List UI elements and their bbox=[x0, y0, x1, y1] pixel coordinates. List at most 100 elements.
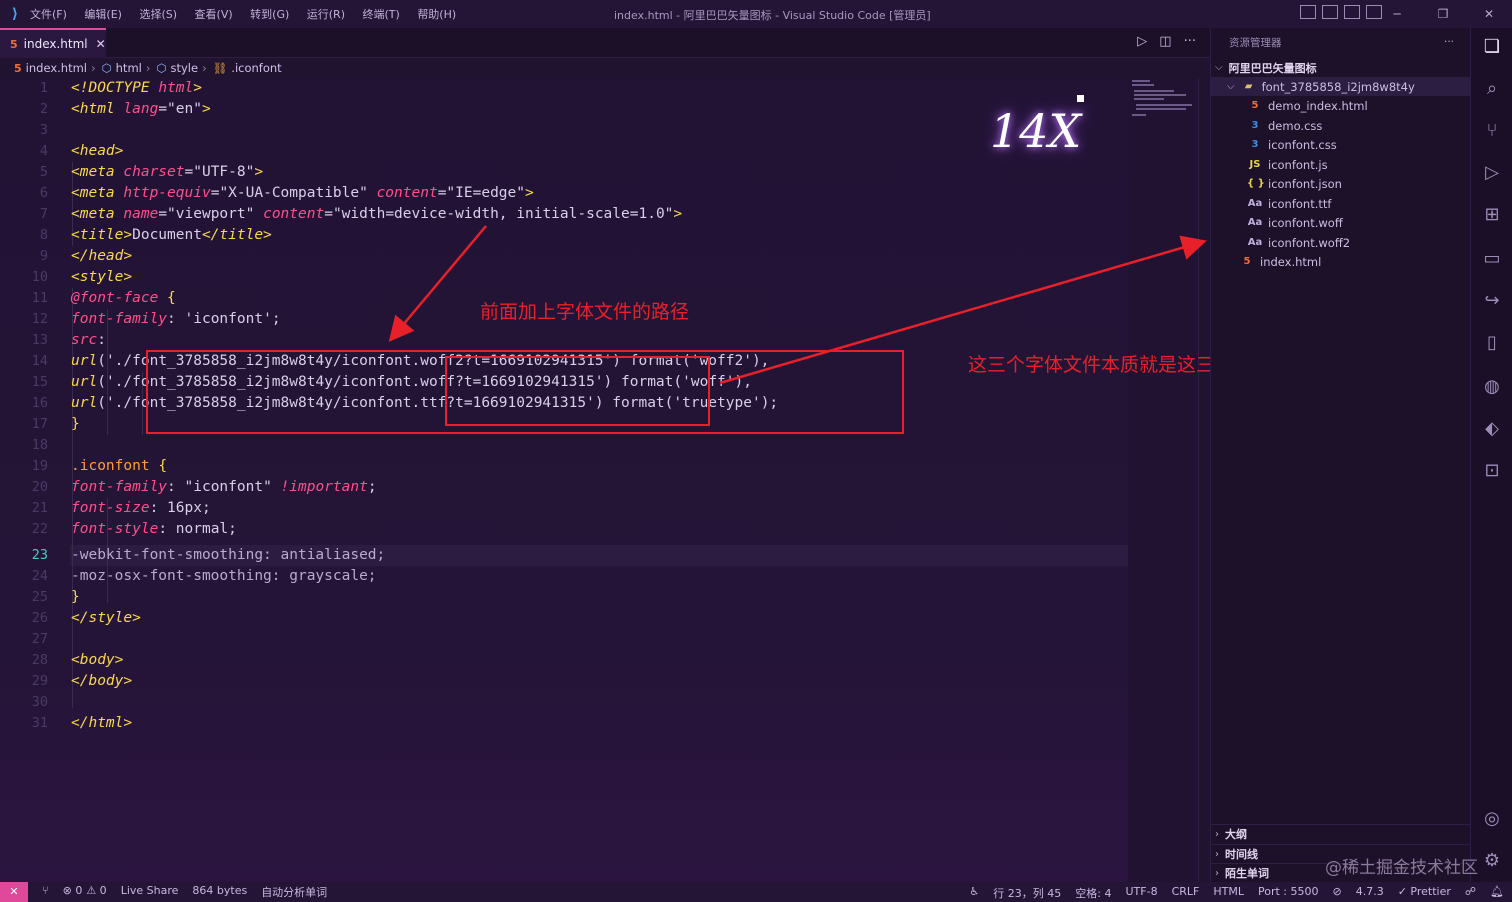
css-selector-icon: ⛓ bbox=[212, 61, 228, 75]
tree-file[interactable]: Aa iconfont.ttf bbox=[1211, 194, 1471, 213]
workspace-root[interactable]: ⌵ 阿里巴巴矢量图标 bbox=[1211, 58, 1471, 77]
zoom-label: 14X bbox=[990, 104, 1082, 158]
notifications-bell-icon[interactable]: 🔔︎ bbox=[1490, 885, 1504, 901]
terminal-icon[interactable]: ⊡ bbox=[1481, 460, 1503, 482]
indentation[interactable]: 空格: 4 bbox=[1075, 885, 1111, 901]
code-line: font-family: 'iconfont'; bbox=[71, 311, 281, 327]
feedback-icon[interactable]: ☍ bbox=[1465, 885, 1476, 901]
code-line: } bbox=[71, 416, 80, 432]
section-outline[interactable]: › 大纲 bbox=[1211, 824, 1471, 843]
code-line: <title>Document</title> bbox=[71, 227, 272, 243]
search-icon[interactable]: ⌕ bbox=[1481, 78, 1503, 100]
remote-indicator-icon[interactable]: ✕ bbox=[0, 882, 28, 902]
toggle-secondary-sidebar-icon[interactable] bbox=[1344, 5, 1360, 19]
tree-file[interactable]: { } iconfont.json bbox=[1211, 174, 1471, 193]
menu-edit[interactable]: 编辑(E) bbox=[84, 8, 122, 21]
encoding[interactable]: UTF-8 bbox=[1126, 885, 1158, 901]
line-number: 30 bbox=[31, 694, 48, 710]
account-icon[interactable]: ◎ bbox=[1481, 808, 1503, 830]
tree-file[interactable]: 3 demo.css bbox=[1211, 116, 1471, 135]
tree-file[interactable]: 5 demo_index.html bbox=[1211, 96, 1471, 115]
breadcrumb-html[interactable]: html bbox=[116, 61, 142, 75]
workspace-root-label: 阿里巴巴矢量图标 bbox=[1228, 61, 1317, 75]
breadcrumb-file[interactable]: index.html bbox=[26, 61, 87, 75]
tab-index-html[interactable]: 5 index.html ✕ bbox=[0, 28, 106, 58]
split-editor-icon[interactable]: ◫ bbox=[1159, 34, 1171, 49]
git-graph-icon[interactable]: ⬖ bbox=[1481, 418, 1503, 440]
css-file-icon: 3 bbox=[1251, 139, 1259, 150]
code-line: <meta charset="UTF-8"> bbox=[71, 164, 264, 180]
live-share-icon[interactable]: ↪ bbox=[1481, 290, 1503, 312]
accessibility-icon[interactable]: ♿ bbox=[969, 885, 979, 901]
live-server-port[interactable]: Port : 5500 bbox=[1258, 885, 1319, 901]
tree-folder[interactable]: ⌵ ▰ font_3785858_i2jm8w8t4y bbox=[1211, 77, 1471, 96]
source-control-icon[interactable]: ⑂ bbox=[1481, 120, 1503, 142]
menu-selection[interactable]: 选择(S) bbox=[139, 8, 177, 21]
breadcrumb-selector[interactable]: .iconfont bbox=[231, 61, 281, 75]
menu-run[interactable]: 运行(R) bbox=[307, 8, 345, 21]
editor-scrollbar[interactable] bbox=[1198, 78, 1210, 882]
code-editor[interactable]: 1 2 3 4 5 6 7 8 9 10 11 12 13 14 15 16 1… bbox=[0, 78, 1128, 882]
restore-button[interactable]: ❐ bbox=[1420, 7, 1466, 21]
minimize-button[interactable]: ─ bbox=[1374, 7, 1420, 21]
browser-icon[interactable]: ◍ bbox=[1481, 376, 1503, 398]
end-of-line[interactable]: CRLF bbox=[1172, 885, 1200, 901]
warnings-count[interactable]: ⚠ 0 bbox=[86, 884, 106, 900]
tree-file[interactable]: 5 index.html bbox=[1211, 252, 1471, 271]
extensions-icon[interactable]: ⊞ bbox=[1481, 204, 1503, 226]
line-number: 2 bbox=[39, 101, 48, 117]
window-controls: ─ ❐ ✕ bbox=[1374, 0, 1512, 28]
typescript-version[interactable]: 4.7.3 bbox=[1356, 885, 1384, 901]
breadcrumb-style[interactable]: style bbox=[171, 61, 199, 75]
code-line: <!DOCTYPE html> bbox=[71, 80, 202, 96]
menu-go[interactable]: 转到(G) bbox=[250, 8, 289, 21]
menu-terminal[interactable]: 终端(T) bbox=[363, 8, 400, 21]
tree-file[interactable]: Aa iconfont.woff bbox=[1211, 213, 1471, 232]
line-number: 17 bbox=[31, 416, 48, 432]
line-number: 13 bbox=[31, 332, 48, 348]
remote-explorer-icon[interactable]: ▭ bbox=[1481, 248, 1503, 270]
editor-tab-bar: 5 index.html ✕ ▷ ◫ ··· bbox=[0, 28, 1210, 58]
close-tab-icon[interactable]: ✕ bbox=[96, 37, 106, 51]
language-mode[interactable]: HTML bbox=[1213, 885, 1244, 901]
chevron-down-icon: ⌵ bbox=[1227, 81, 1235, 92]
line-number: 28 bbox=[31, 652, 48, 668]
code-line: src: bbox=[71, 332, 106, 348]
path-note: 前面加上字体文件的路径 bbox=[480, 301, 690, 323]
tree-file[interactable]: JS iconfont.js bbox=[1211, 155, 1471, 174]
run-debug-icon[interactable]: ▷ bbox=[1481, 162, 1503, 184]
chevron-right-icon: › bbox=[202, 61, 207, 75]
line-number: 21 bbox=[31, 500, 48, 516]
tree-file-label: iconfont.ttf bbox=[1268, 196, 1332, 211]
bookmark-icon[interactable]: ▯ bbox=[1481, 332, 1503, 354]
menu-view[interactable]: 查看(V) bbox=[195, 8, 233, 21]
css-file-icon: 3 bbox=[1251, 120, 1259, 131]
code-line: <meta http-equiv="X-UA-Compatible" conte… bbox=[71, 185, 534, 201]
toggle-panel-icon[interactable] bbox=[1322, 5, 1338, 19]
toggle-primary-sidebar-icon[interactable] bbox=[1300, 5, 1316, 19]
menu-file[interactable]: 文件(F) bbox=[30, 8, 67, 21]
auto-analyze-words[interactable]: 自动分析单词 bbox=[261, 884, 327, 900]
minimap[interactable] bbox=[1128, 78, 1198, 882]
settings-gear-icon[interactable]: ⚙ bbox=[1481, 850, 1503, 872]
more-actions-icon[interactable]: ··· bbox=[1444, 36, 1454, 48]
broadcast-icon[interactable]: ⊘ bbox=[1332, 885, 1341, 901]
run-icon[interactable]: ▷ bbox=[1137, 34, 1147, 49]
code-line: <html lang="en"> bbox=[71, 101, 211, 117]
section-label: 时间线 bbox=[1225, 848, 1258, 861]
cursor-position[interactable]: 行 23，列 45 bbox=[993, 885, 1061, 901]
explorer-icon[interactable]: ❏ bbox=[1481, 36, 1503, 58]
close-window-button[interactable]: ✕ bbox=[1466, 7, 1512, 21]
source-control-status-icon[interactable]: ⑂ bbox=[42, 884, 49, 900]
chevron-right-icon: › bbox=[1215, 848, 1219, 860]
tree-file[interactable]: 3 iconfont.css bbox=[1211, 135, 1471, 154]
live-share-status[interactable]: Live Share bbox=[121, 884, 179, 900]
tree-file[interactable]: Aa iconfont.woff2 bbox=[1211, 233, 1471, 252]
line-number: 3 bbox=[39, 122, 48, 138]
line-number: 14 bbox=[31, 353, 48, 369]
line-number: 22 bbox=[31, 521, 48, 537]
prettier-status[interactable]: ✓ Prettier bbox=[1398, 885, 1451, 901]
menu-help[interactable]: 帮助(H) bbox=[417, 8, 456, 21]
errors-count[interactable]: ⊗ 0 bbox=[63, 884, 83, 900]
more-actions-icon[interactable]: ··· bbox=[1184, 34, 1196, 49]
